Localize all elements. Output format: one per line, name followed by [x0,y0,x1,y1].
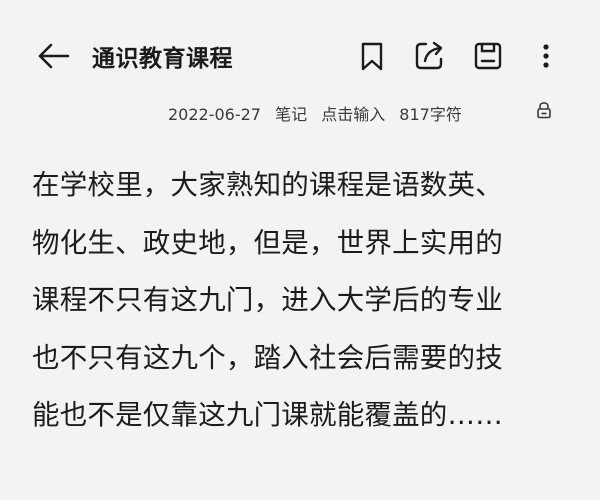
note-meta: 2022-06-27 笔记 点击输入 817字符 [168,101,471,124]
lock-button[interactable] [536,101,552,119]
more-vertical-icon [530,40,562,72]
bookmark-icon [356,40,388,72]
body-line: 物化生、政史地，但是，世界上实用的 [32,226,503,259]
input-hint[interactable]: 点击输入 [321,105,385,124]
share-icon [413,40,445,72]
note-body[interactable]: 在学校里，大家熟知的课程是语数英、 物化生、政史地，但是，世界上实用的 课程不只… [32,157,572,445]
body-line: 能也不是仅靠这九门课就能覆盖的…… [32,399,503,431]
note-date: 2022-06-27 [168,105,261,124]
save-icon [472,40,504,72]
bookmark-button[interactable] [356,40,388,72]
char-count: 817字符 [399,105,462,124]
note-category[interactable]: 笔记 [275,105,307,124]
top-bar: 通识教育课程 [0,28,600,84]
back-button[interactable] [36,40,72,72]
body-line: 课程不只有这九门，进入大学后的专业 [32,284,503,316]
body-line: 在学校里，大家熟知的课程是语数英、 [32,169,503,201]
more-button[interactable] [530,40,562,72]
note-screen: 通识教育课程 2022-06-27 笔记 点击输入 817字符 在学校里，大家熟… [0,0,600,500]
page-title: 通识教育课程 [92,46,233,72]
lock-icon [536,102,552,123]
body-line: 也不只有这九个，踏入社会后需要的技 [32,341,503,374]
save-button[interactable] [472,40,504,72]
share-button[interactable] [413,40,445,72]
arrow-left-icon [36,40,72,72]
